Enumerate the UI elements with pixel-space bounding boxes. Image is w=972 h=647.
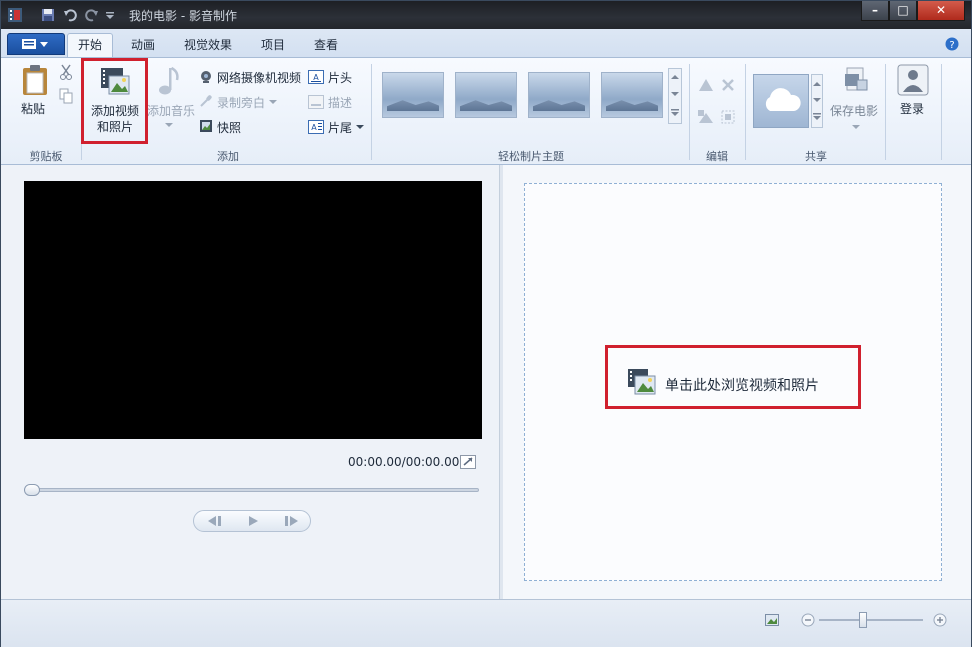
zoom-in-icon[interactable] (933, 613, 947, 627)
clipboard-group-label: 剪贴板 (29, 150, 63, 163)
application-menu-button[interactable] (7, 33, 65, 55)
app-icon[interactable] (7, 7, 23, 23)
editing-group-label: 编辑 (706, 150, 728, 163)
credits-dropdown-icon[interactable] (356, 124, 364, 130)
share-group-label: 共享 (805, 150, 827, 163)
title-button[interactable]: 片头 (328, 69, 352, 86)
copy-icon[interactable] (59, 88, 73, 104)
group-separator (371, 64, 372, 160)
help-icon[interactable]: ? (945, 37, 959, 51)
title-bar: 我的电影 - 影音制作 – □ ✕ (1, 1, 971, 29)
save-icon[interactable] (41, 8, 55, 22)
theme-thumbnail-3[interactable] (528, 72, 590, 118)
play-button[interactable] (234, 511, 272, 531)
tab-home[interactable]: 开始 (67, 33, 113, 57)
undo-icon[interactable] (63, 8, 77, 22)
share-down-icon[interactable] (813, 97, 821, 103)
webcam-video-button[interactable]: 网络摄像机视频 (217, 69, 301, 86)
cloud-icon (765, 88, 801, 111)
sign-in-button[interactable]: 登录 (900, 100, 924, 117)
theme-thumbnail-2[interactable] (455, 72, 517, 118)
tab-animations[interactable]: 动画 (121, 35, 165, 55)
previous-frame-button[interactable] (196, 511, 234, 531)
caption-icon (308, 95, 324, 109)
theme-thumbnail-1[interactable] (382, 72, 444, 118)
microphone-icon (200, 95, 212, 107)
maximize-button[interactable]: □ (889, 1, 917, 21)
sign-in-icon (897, 64, 929, 96)
close-button[interactable]: ✕ (917, 1, 965, 21)
music-note-icon (159, 66, 179, 95)
next-frame-button[interactable] (272, 511, 310, 531)
minimize-button[interactable]: – (861, 1, 889, 21)
add-group-label: 添加 (217, 150, 239, 163)
group-separator (941, 64, 942, 160)
rotate-right-icon[interactable] (698, 110, 714, 124)
tab-visual-effects[interactable]: 视觉效果 (177, 35, 239, 55)
gallery-down-icon[interactable] (671, 91, 679, 97)
paste-icon (23, 65, 47, 95)
timecode-display: 00:00.00/00:00.00 (348, 455, 460, 469)
theme-thumbnail-4[interactable] (601, 72, 663, 118)
credits-icon: A (308, 120, 324, 134)
group-separator (745, 64, 746, 160)
redo-icon[interactable] (85, 8, 99, 22)
next-frame-icon (285, 516, 298, 526)
add-music-dropdown-icon[interactable] (165, 122, 173, 128)
narration-dropdown-icon[interactable] (269, 99, 277, 105)
qat-dropdown-icon[interactable] (105, 8, 115, 22)
pane-splitter[interactable] (499, 165, 503, 599)
remove-icon[interactable] (721, 78, 735, 92)
gallery-up-icon[interactable] (671, 74, 679, 80)
menu-icon (22, 39, 48, 49)
ribbon-tab-row: 开始 动画 视觉效果 项目 查看 ? (1, 29, 971, 57)
share-more-icon[interactable] (813, 113, 821, 121)
playback-controls (193, 510, 311, 532)
fullscreen-icon[interactable] (460, 455, 476, 469)
zoom-out-icon[interactable] (801, 613, 815, 627)
themes-group-label: 轻松制片主题 (498, 150, 564, 163)
play-icon (249, 516, 258, 526)
zoom-slider[interactable] (819, 619, 923, 621)
record-narration-button[interactable]: 录制旁白 (217, 94, 265, 111)
svg-text:A: A (311, 123, 317, 132)
caption-button[interactable]: 描述 (328, 94, 352, 111)
group-separator (885, 64, 886, 160)
group-separator (689, 64, 690, 160)
rotate-left-icon[interactable] (698, 78, 714, 92)
zoom-slider-thumb[interactable] (859, 612, 867, 628)
status-bar (1, 599, 971, 647)
skydrive-share-button[interactable] (753, 74, 809, 128)
share-gallery-scroll[interactable] (811, 74, 823, 128)
storyboard-view-icon[interactable] (765, 614, 779, 626)
video-preview[interactable] (24, 181, 482, 439)
seek-bar-thumb[interactable] (24, 484, 40, 496)
svg-text:?: ? (949, 40, 954, 51)
save-movie-icon (845, 67, 868, 91)
paste-button[interactable]: 粘贴 (21, 100, 45, 117)
gallery-more-icon[interactable] (671, 109, 679, 117)
svg-text:A: A (313, 73, 319, 82)
save-movie-dropdown-icon[interactable] (852, 124, 860, 130)
webcam-icon (201, 71, 211, 83)
highlight-add-videos (81, 58, 148, 144)
snapshot-button[interactable]: 快照 (217, 119, 241, 136)
tab-view[interactable]: 查看 (306, 35, 346, 55)
select-all-icon[interactable] (721, 110, 735, 124)
app-window: 我的电影 - 影音制作 – □ ✕ 开始 动画 视觉效果 项目 查看 ? 粘贴 … (0, 0, 972, 647)
add-music-button[interactable]: 添加音乐 (147, 102, 195, 119)
theme-gallery-scroll[interactable] (668, 68, 682, 124)
highlight-browse (605, 345, 861, 409)
snapshot-icon (200, 120, 212, 132)
save-movie-button[interactable]: 保存电影 (830, 102, 878, 119)
title-icon: A (308, 70, 324, 84)
seek-bar[interactable] (24, 488, 479, 492)
window-title: 我的电影 - 影音制作 (129, 9, 237, 23)
share-up-icon[interactable] (813, 81, 821, 87)
tab-project[interactable]: 项目 (253, 35, 293, 55)
previous-frame-icon (208, 516, 221, 526)
credits-button[interactable]: 片尾 (328, 119, 352, 136)
cut-icon[interactable] (59, 64, 73, 80)
